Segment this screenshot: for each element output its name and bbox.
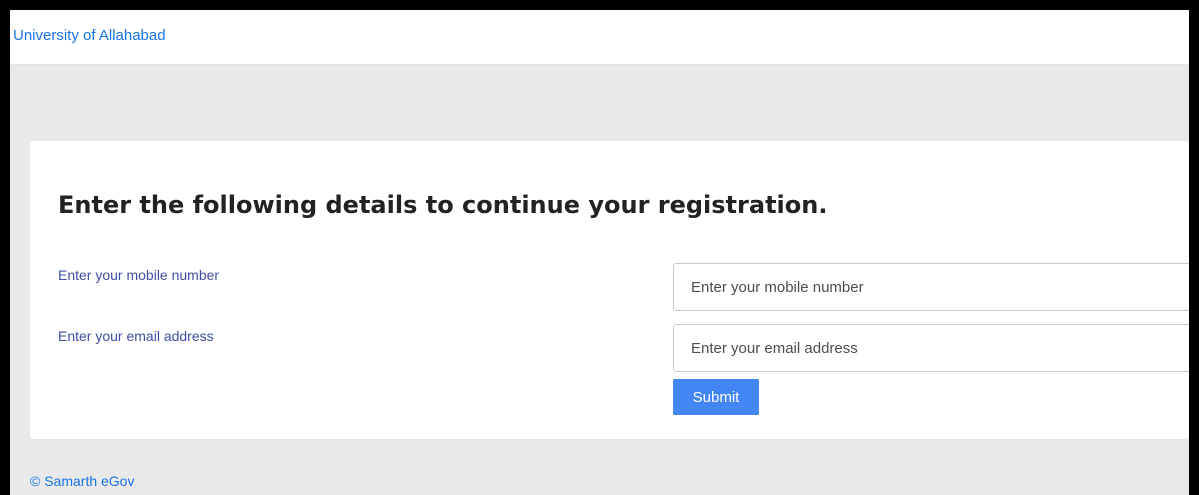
- mobile-number-input[interactable]: [673, 263, 1189, 311]
- footer-copyright-link[interactable]: © Samarth eGov: [30, 473, 134, 489]
- brand-link[interactable]: University of Allahabad: [13, 27, 166, 44]
- registration-card: Enter the following details to continue …: [30, 141, 1189, 439]
- top-navbar: University of Allahabad: [10, 10, 1189, 65]
- submit-button[interactable]: Submit: [673, 379, 759, 415]
- email-address-input[interactable]: [673, 324, 1189, 372]
- browser-viewport: University of Allahabad Enter the follow…: [10, 10, 1189, 495]
- email-address-label: Enter your email address: [58, 328, 214, 344]
- mobile-number-label: Enter your mobile number: [58, 267, 220, 283]
- page-title: Enter the following details to continue …: [58, 191, 828, 219]
